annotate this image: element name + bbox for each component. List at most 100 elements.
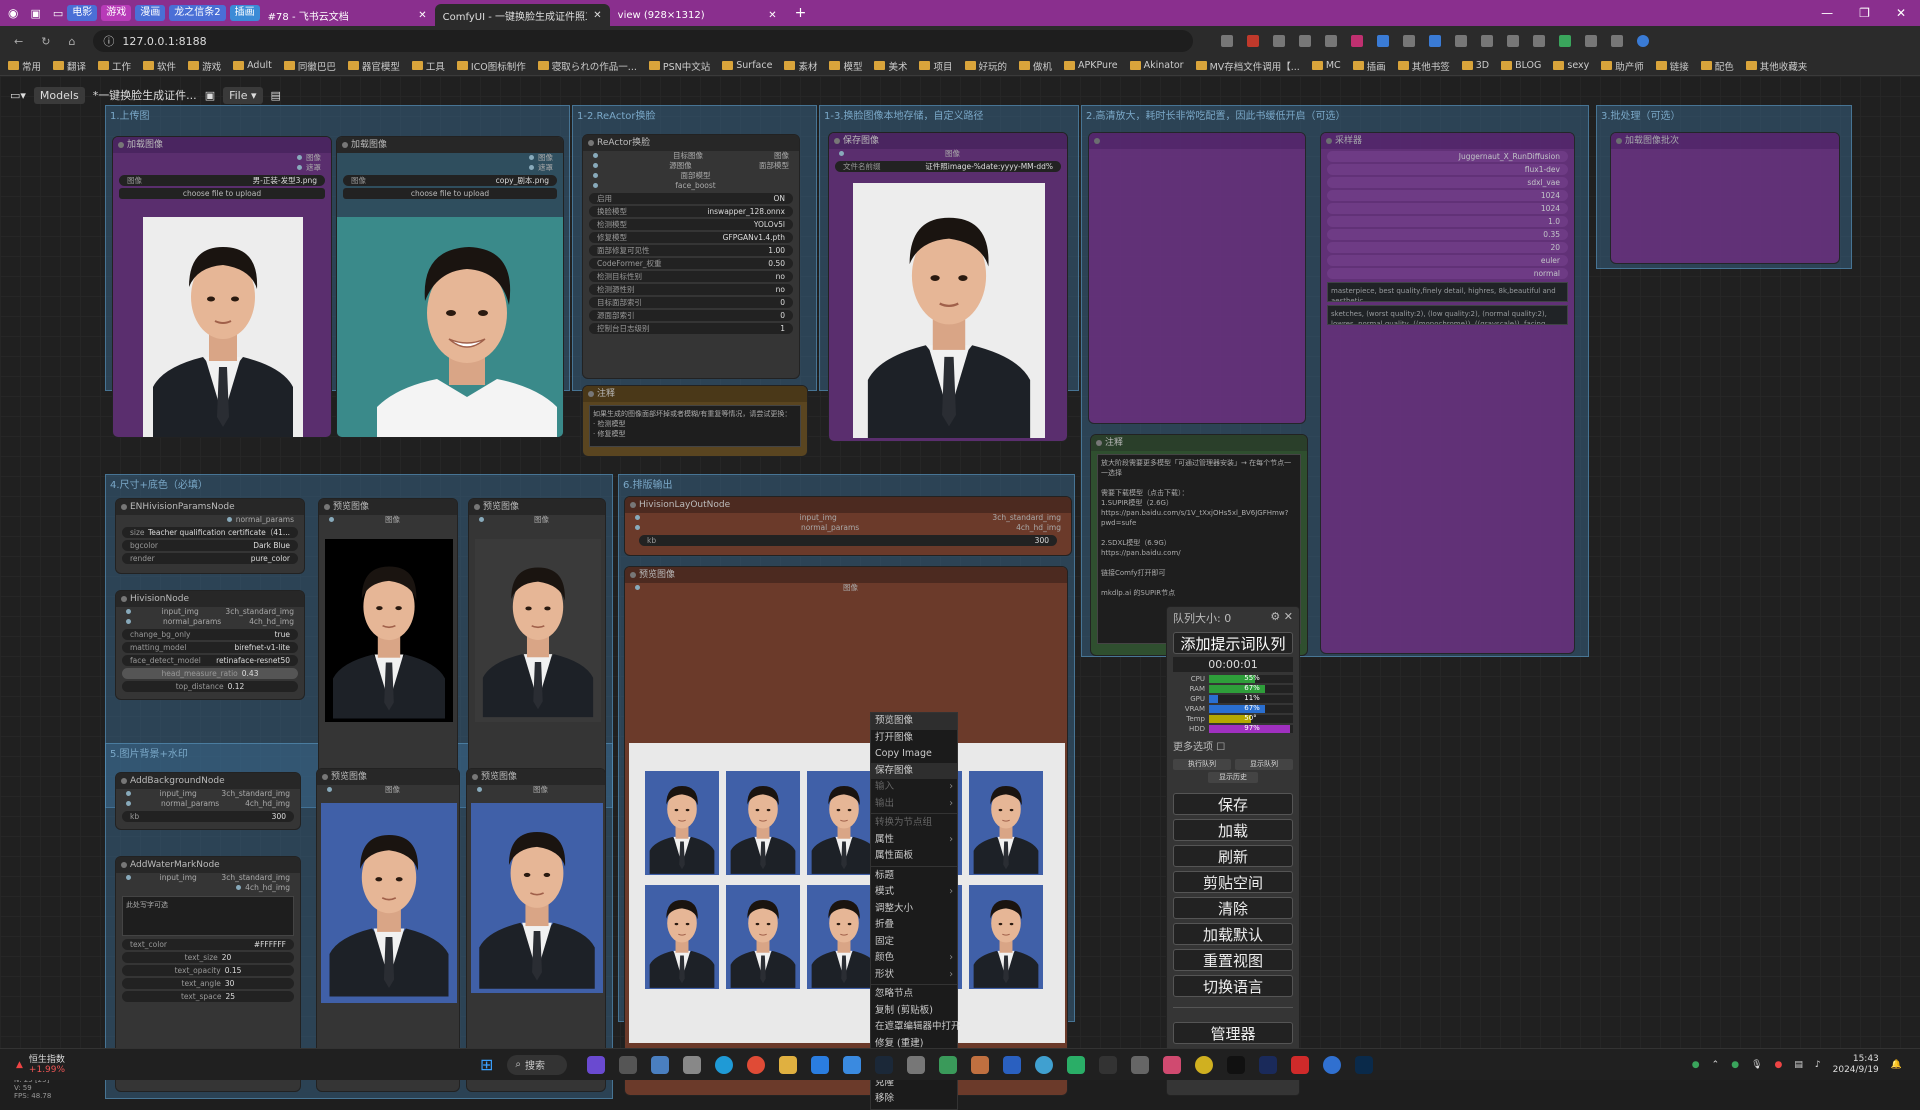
info-icon[interactable]: ⓘ	[103, 33, 114, 49]
extension-icon[interactable]	[1299, 35, 1312, 47]
edge-icon[interactable]	[715, 1055, 734, 1074]
more-options-toggle[interactable]: 更多选项 ☐	[1167, 734, 1299, 757]
queue-action-button[interactable]: 剪贴空间	[1173, 871, 1293, 893]
context-menu-item[interactable]: 复制 (剪贴板)	[871, 1003, 957, 1020]
queue-action-button[interactable]: 加载默认	[1173, 923, 1293, 945]
node-add-background[interactable]: AddBackgroundNode input_img 3ch_standard_…	[115, 772, 301, 830]
back-icon[interactable]: ←	[14, 35, 23, 48]
sampler-widget[interactable]: 1.0	[1327, 216, 1568, 227]
node-reactor[interactable]: ReActor换脸 目标图像 图像 源图像 面部模型 面部模型 face_boost 启用…	[582, 134, 800, 379]
node-title[interactable]: 预览图像	[467, 769, 605, 785]
reload-icon[interactable]: ↻	[41, 35, 50, 48]
extension-icon[interactable]	[1221, 35, 1234, 47]
node-preview-2[interactable]: 预览图像 图像	[468, 498, 606, 798]
chrome-icon[interactable]	[747, 1055, 766, 1074]
bookmark-item[interactable]: 素材	[784, 59, 817, 73]
input-slot[interactable]: 图像	[469, 515, 605, 525]
extension-icon[interactable]	[1325, 35, 1338, 47]
node-title[interactable]	[1089, 133, 1305, 149]
extension-icon[interactable]	[1377, 35, 1390, 47]
taskbar-search[interactable]: ⌕ 搜索	[507, 1054, 568, 1075]
image-select[interactable]: 图像 男-正装-发型3.png	[119, 175, 325, 186]
node-preview-4[interactable]: 预览图像 图像	[466, 768, 606, 1092]
reactor-widget[interactable]: CodeFormer_权重 0.50	[589, 258, 793, 269]
text-angle-slider[interactable]: text_angle 30	[122, 978, 294, 989]
extension-icon[interactable]	[1403, 35, 1416, 47]
extension-icon[interactable]	[1585, 35, 1598, 47]
bookmark-item[interactable]: 翻译	[53, 59, 86, 73]
input-slot[interactable]: 图像	[317, 785, 459, 795]
bgcolor-select[interactable]: bgcolor Dark Blue	[122, 540, 298, 551]
positive-prompt[interactable]: masterpiece, best quality,finely detail,…	[1327, 282, 1568, 302]
extension-icon[interactable]	[1429, 35, 1442, 47]
context-menu-item[interactable]: 固定	[871, 934, 957, 951]
node-save-image[interactable]: 保存图像 图像 文件名前缀 证件照image-%date:yyyy-MM-dd%	[828, 132, 1068, 442]
app-icon[interactable]	[619, 1055, 638, 1074]
app-icon[interactable]	[683, 1055, 702, 1074]
app-icon[interactable]	[971, 1055, 990, 1074]
tab-actions-icon[interactable]: ▭	[53, 7, 63, 20]
bookmark-item[interactable]: 寝取られの作品一...	[537, 59, 637, 73]
checkbox-icon[interactable]: ☐	[1216, 742, 1225, 753]
volume-icon[interactable]: ♪	[1815, 1060, 1821, 1070]
explorer-icon[interactable]	[779, 1055, 798, 1074]
app-icon[interactable]	[1163, 1055, 1182, 1074]
context-menu-item[interactable]: 标题	[871, 868, 957, 885]
bookmark-item[interactable]: Adult	[233, 60, 272, 71]
extension-icon[interactable]	[1273, 35, 1286, 47]
view-history-button[interactable]: 显示队列	[1235, 759, 1293, 770]
reactor-widget[interactable]: 换脸模型 inswapper_128.onnx	[589, 206, 793, 217]
bookmark-item[interactable]: sexy	[1553, 60, 1589, 71]
context-menu-item[interactable]: 忽略节点	[871, 986, 957, 1003]
node-preview-3[interactable]: 预览图像 图像	[316, 768, 460, 1092]
image-icon[interactable]: ▣	[205, 89, 215, 102]
node-title[interactable]: HivisionLayOutNode	[625, 497, 1071, 513]
node-batch[interactable]: 加载图像批次	[1610, 132, 1840, 264]
bookmark-item[interactable]: 其他书签	[1397, 59, 1450, 73]
input-slot[interactable]: 图像	[467, 785, 605, 795]
node-title[interactable]: 加载图像批次	[1611, 133, 1839, 149]
io-slot[interactable]: 面部模型	[583, 171, 799, 181]
node-title[interactable]: HivisionNode	[116, 591, 304, 607]
extension-icon[interactable]	[1481, 35, 1494, 47]
bookmark-item[interactable]: 助产师	[1601, 59, 1644, 73]
bookmark-item[interactable]: 3D	[1461, 60, 1489, 71]
output-slot[interactable]: 图像	[113, 153, 331, 163]
bookmark-item[interactable]: 模型	[829, 59, 862, 73]
matting-model-select[interactable]: matting_model birefnet-v1-lite	[122, 642, 298, 653]
bookmark-item[interactable]: BLOG	[1501, 60, 1541, 71]
upload-button[interactable]: choose file to upload	[343, 188, 557, 199]
node-title[interactable]: 加载图像	[113, 137, 331, 153]
bookmark-item[interactable]: 链接	[1655, 59, 1689, 73]
bookmark-item[interactable]: PSN中文站	[648, 59, 710, 73]
output-slot[interactable]: 遮罩	[113, 163, 331, 173]
browser-tab-active[interactable]: ComfyUI - 一键换脸生成证件照工 ✕	[434, 4, 610, 26]
browser-tab[interactable]: #78 - 飞书云文档 ✕	[260, 4, 435, 26]
text-space-slider[interactable]: text_space 25	[122, 991, 294, 1002]
close-icon[interactable]: ✕	[418, 10, 426, 21]
tray-icon[interactable]: ●	[1692, 1060, 1700, 1070]
minimize-icon[interactable]: —	[1821, 6, 1833, 20]
bookmark-item[interactable]: 做机	[1019, 59, 1052, 73]
url-field[interactable]: ⓘ 127.0.0.1:8188	[93, 30, 1194, 52]
io-slot[interactable]: 4ch_hd_img	[116, 883, 300, 893]
audition-icon[interactable]	[1259, 1055, 1278, 1074]
steam-icon[interactable]	[875, 1055, 894, 1074]
text-size-slider[interactable]: text_size 20	[122, 952, 294, 963]
context-menu-item[interactable]: Copy Image	[871, 746, 957, 763]
bookmark-item[interactable]: APKPure	[1064, 60, 1118, 71]
browser-logo-icon[interactable]: ◉	[8, 6, 18, 20]
queue-action-button[interactable]: 刷新	[1173, 845, 1293, 867]
network-icon[interactable]: ▤	[1794, 1060, 1803, 1070]
sampler-widget[interactable]: euler	[1327, 255, 1568, 266]
app-icon[interactable]	[907, 1055, 926, 1074]
context-menu-item[interactable]: 保存图像	[871, 762, 957, 779]
stock-widget[interactable]: ▲ 恒生指数 +1.99%	[0, 1055, 480, 1075]
tab-group-chip[interactable]: 漫画	[135, 5, 166, 21]
bookmark-item[interactable]: MC	[1311, 60, 1341, 71]
node-title[interactable]: 注释	[1091, 435, 1307, 451]
tab-group-chip[interactable]: 游戏	[101, 5, 132, 21]
node-load-image-1[interactable]: 加载图像 图像 遮罩 图像 男-正装-发型3.png choose file to…	[112, 136, 332, 438]
context-menu-item[interactable]: 形状 ›	[871, 967, 957, 984]
node-title[interactable]: 预览图像	[469, 499, 605, 515]
